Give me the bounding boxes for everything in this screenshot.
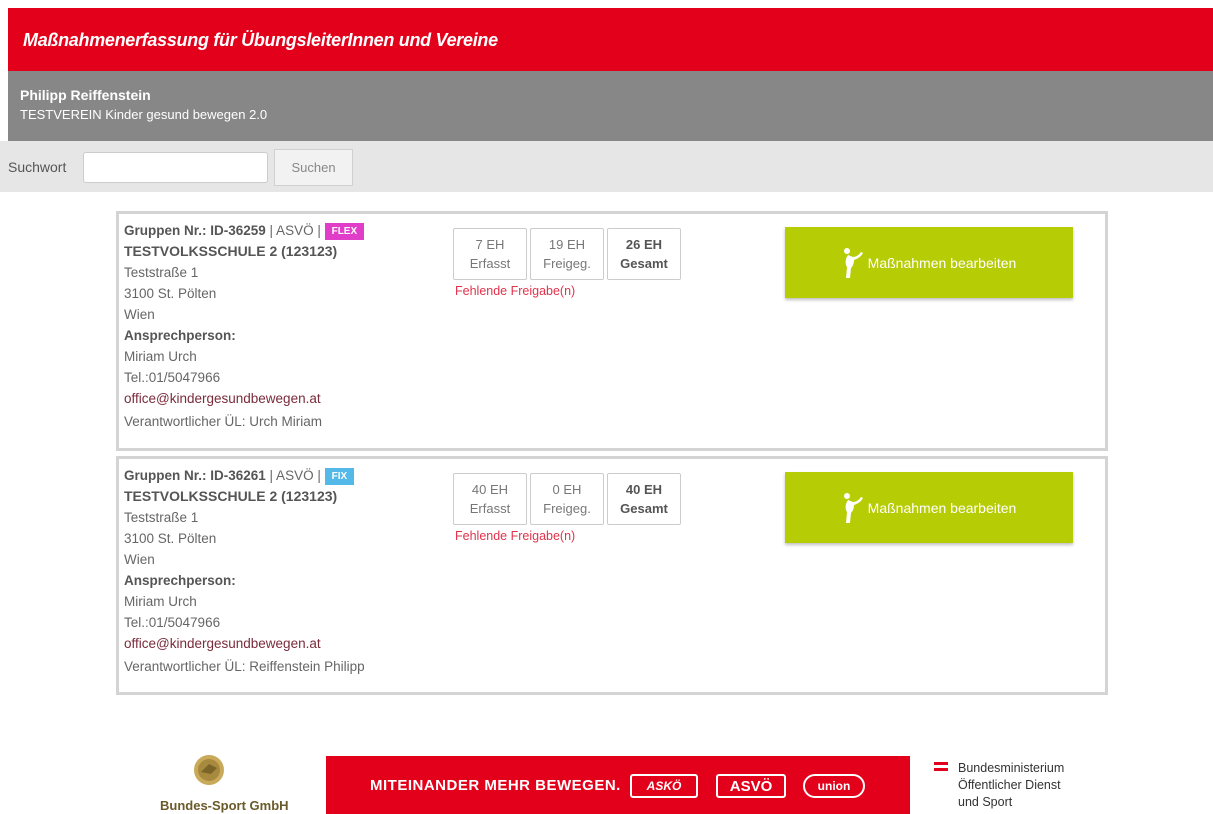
- partner-asvoe-logo: ASVÖ: [716, 774, 786, 798]
- school-name: TESTVOLKSSCHULE 2 (123123): [124, 243, 338, 259]
- group-header: Gruppen Nr.: ID-36261 | ASVÖ | FIX: [124, 465, 444, 486]
- group-number: Gruppen Nr.: ID-36261: [124, 468, 266, 483]
- contact-name: Miriam Urch: [124, 594, 197, 609]
- stat-captured-label: Erfasst: [469, 501, 511, 516]
- group-stats: 7 EH Erfasst 19 EH Freigeg. 26 EH Gesamt: [453, 228, 681, 280]
- bundes-sport-logo: Bundes-Sport GmbH: [160, 752, 289, 814]
- stat-captured: 40 EH Erfasst: [453, 473, 527, 525]
- ministry-line-3: und Sport: [958, 795, 1013, 809]
- stat-total: 26 EH Gesamt: [607, 228, 681, 280]
- stat-released: 19 EH Freigeg.: [530, 228, 604, 280]
- exercise-figure-icon: [843, 492, 863, 523]
- group-card: Gruppen Nr.: ID-36259 | ASVÖ | FLEX TEST…: [116, 211, 1108, 451]
- group-type-badge: FIX: [324, 468, 355, 485]
- search-label: Suchwort: [8, 159, 67, 175]
- stat-released-value: 19 EH: [548, 237, 586, 252]
- responsible-trainer: Verantwortlicher ÜL: Reiffenstein Philip…: [124, 659, 365, 674]
- austria-flag-icon: [934, 762, 948, 771]
- contact-heading: Ansprechperson:: [124, 328, 236, 343]
- exercise-figure-icon: [843, 247, 863, 278]
- stat-released: 0 EH Freigeg.: [530, 473, 604, 525]
- stat-total-value: 26 EH: [625, 237, 663, 252]
- bundes-sport-logo-icon: [194, 755, 224, 785]
- contact-email-link[interactable]: office@kindergesundbewegen.at: [124, 388, 444, 409]
- user-name: Philipp Reiffenstein: [20, 87, 151, 103]
- group-info: Gruppen Nr.: ID-36259 | ASVÖ | FLEX TEST…: [124, 220, 444, 432]
- bundes-sport-label: Bundes-Sport GmbH: [160, 798, 289, 813]
- street: Teststraße 1: [124, 510, 199, 525]
- group-type-badge: FLEX: [324, 223, 365, 240]
- responsible-trainer: Verantwortlicher ÜL: Urch Miriam: [124, 414, 323, 429]
- group-info: Gruppen Nr.: ID-36261 | ASVÖ | FIX TESTV…: [124, 465, 444, 677]
- ministry-line-1: Bundesministerium: [958, 761, 1065, 775]
- city: 3100 St. Pölten: [124, 286, 217, 301]
- state: Wien: [124, 307, 155, 322]
- stat-total-label: Gesamt: [620, 501, 668, 516]
- edit-measures-label: Maßnahmen bearbeiten: [867, 499, 1017, 516]
- stat-total-value: 40 EH: [625, 482, 663, 497]
- stat-total: 40 EH Gesamt: [607, 473, 681, 525]
- app-title: Maßnahmenerfassung für ÜbungsleiterInnen…: [23, 30, 498, 50]
- ministry-logo: Bundesministerium Öffentlicher Dienst un…: [934, 760, 1064, 811]
- state: Wien: [124, 552, 155, 567]
- partner-askoe-logo: ASKÖ: [630, 774, 698, 798]
- user-info-bar: Philipp Reiffenstein TESTVEREIN Kinder g…: [8, 71, 1213, 141]
- contact-heading: Ansprechperson:: [124, 573, 236, 588]
- edit-measures-button[interactable]: Maßnahmen bearbeiten: [785, 472, 1073, 543]
- school-name: TESTVOLKSSCHULE 2 (123123): [124, 488, 338, 504]
- stat-released-label: Freigeg.: [543, 256, 591, 271]
- app-header: Maßnahmenerfassung für ÜbungsleiterInnen…: [8, 8, 1213, 71]
- club-name: TESTVEREIN Kinder gesund bewegen 2.0: [20, 107, 268, 122]
- missing-release-warning: Fehlende Freigabe(n): [455, 529, 576, 543]
- contact-name: Miriam Urch: [124, 349, 197, 364]
- group-card: Gruppen Nr.: ID-36261 | ASVÖ | FIX TESTV…: [116, 456, 1108, 695]
- stat-captured-label: Erfasst: [469, 256, 511, 271]
- search-button[interactable]: Suchen: [274, 149, 353, 186]
- edit-measures-button[interactable]: Maßnahmen bearbeiten: [785, 227, 1073, 298]
- contact-email-link[interactable]: office@kindergesundbewegen.at: [124, 633, 444, 654]
- stat-captured: 7 EH Erfasst: [453, 228, 527, 280]
- partner-banner: MITEINANDER MEHR BEWEGEN. ASKÖ ASVÖ unio…: [326, 756, 910, 814]
- stat-captured-value: 7 EH: [475, 237, 505, 252]
- stat-released-label: Freigeg.: [543, 501, 591, 516]
- group-header: Gruppen Nr.: ID-36259 | ASVÖ | FLEX: [124, 220, 444, 241]
- contact-phone: Tel.:01/5047966: [124, 370, 221, 385]
- stat-total-label: Gesamt: [620, 256, 668, 271]
- city: 3100 St. Pölten: [124, 531, 217, 546]
- contact-phone: Tel.:01/5047966: [124, 615, 221, 630]
- partner-union-logo: union: [803, 774, 865, 798]
- group-org: | ASVÖ |: [265, 223, 325, 238]
- search-bar: Suchwort Suchen: [0, 141, 1213, 192]
- street: Teststraße 1: [124, 265, 199, 280]
- group-org: | ASVÖ |: [265, 468, 325, 483]
- stat-captured-value: 40 EH: [471, 482, 509, 497]
- ministry-line-2: Öffentlicher Dienst: [958, 778, 1061, 792]
- edit-measures-label: Maßnahmen bearbeiten: [867, 254, 1017, 271]
- missing-release-warning: Fehlende Freigabe(n): [455, 284, 576, 298]
- group-number: Gruppen Nr.: ID-36259: [124, 223, 266, 238]
- group-stats: 40 EH Erfasst 0 EH Freigeg. 40 EH Gesamt: [453, 473, 681, 525]
- banner-slogan: MITEINANDER MEHR BEWEGEN.: [370, 777, 621, 794]
- stat-released-value: 0 EH: [552, 482, 582, 497]
- search-input[interactable]: [83, 152, 268, 183]
